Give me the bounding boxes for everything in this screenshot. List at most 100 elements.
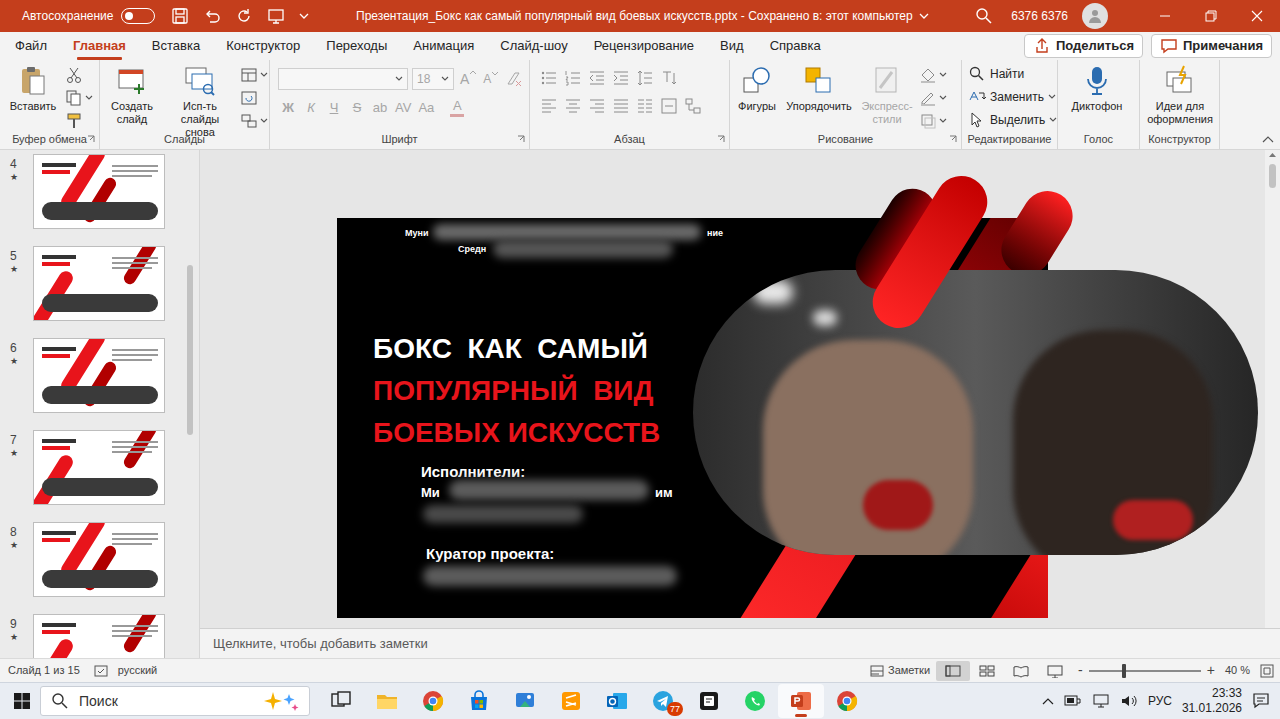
redo-icon[interactable]	[235, 7, 253, 25]
slide-thumbnail-item[interactable]: 9★	[0, 614, 184, 658]
slide-thumbnail-item[interactable]: 5★	[0, 246, 184, 338]
menu-tab[interactable]: Переходы	[326, 32, 387, 60]
copy-button[interactable]	[65, 89, 93, 107]
telegram-taskbar-button[interactable]: 77	[640, 684, 686, 718]
powerpoint-taskbar-button[interactable]	[778, 684, 824, 718]
windows-start-icon[interactable]	[13, 692, 31, 710]
avatar[interactable]	[1082, 3, 1108, 29]
view-sorter-button[interactable]	[970, 661, 1004, 681]
share-button[interactable]: Поделиться	[1024, 34, 1143, 58]
justify-icon[interactable]	[612, 97, 630, 115]
network-icon[interactable]	[1092, 693, 1110, 709]
replace-button[interactable]: Заменить	[968, 87, 1057, 107]
chrome-taskbar-button[interactable]	[824, 684, 870, 718]
slide-thumbnail-item[interactable]: 4★	[0, 154, 184, 246]
reuse-slides-button[interactable]: Исп-ть слайды снова	[163, 60, 237, 139]
title-chevron-icon[interactable]	[919, 13, 929, 19]
columns-icon[interactable]	[636, 97, 654, 115]
paste-button[interactable]: Вставить	[4, 60, 62, 113]
menu-tab[interactable]: Конструктор	[226, 32, 300, 60]
select-button[interactable]: Выделить	[968, 110, 1057, 130]
zoom-thumb[interactable]	[1122, 664, 1126, 678]
slide-thumbnail-item[interactable]: 6★	[0, 338, 184, 430]
line-spacing-icon[interactable]	[636, 69, 654, 87]
arrange-button[interactable]: Упорядочить	[783, 60, 855, 113]
taskview-taskbar-button[interactable]	[318, 684, 364, 718]
present-icon[interactable]	[267, 7, 285, 25]
slide-thumbnail[interactable]	[33, 522, 165, 597]
restore-icon[interactable]	[1188, 0, 1234, 32]
vertical-scrollbar[interactable]	[1265, 150, 1280, 628]
panel-scrollbar[interactable]	[184, 150, 196, 658]
language[interactable]: русский	[118, 662, 157, 679]
minimize-icon[interactable]	[1142, 0, 1188, 32]
comments-button[interactable]: Примечания	[1151, 34, 1272, 58]
slide-thumbnail[interactable]	[33, 154, 165, 229]
slide-title[interactable]: БОКС КАК САМЫЙПОПУЛЯРНЫЙ ВИДБОЕВЫХ ИСКУС…	[373, 328, 660, 454]
slide-thumbnail-item[interactable]: 7★	[0, 430, 184, 522]
undo-icon[interactable]	[203, 7, 221, 25]
clock[interactable]: 23:3331.01.2026	[1182, 686, 1242, 716]
menu-tab[interactable]: Главная	[73, 32, 126, 60]
numbering-icon[interactable]	[564, 69, 582, 87]
menu-tab[interactable]: Вставка	[152, 32, 200, 60]
save-icon[interactable]	[171, 7, 189, 25]
dialog-launcher-icon[interactable]	[949, 135, 957, 143]
align-center-icon[interactable]	[564, 97, 582, 115]
shapes-button[interactable]: Фигуры	[734, 60, 780, 113]
autosave-toggle[interactable]	[121, 8, 155, 24]
slide-thumbnail[interactable]	[33, 338, 165, 413]
slide-thumbnail[interactable]	[33, 614, 165, 658]
notes-taskbar-button[interactable]	[686, 684, 732, 718]
menu-tab[interactable]: Вид	[720, 32, 744, 60]
sublime-taskbar-button[interactable]	[548, 684, 594, 718]
menu-tab[interactable]: Справка	[770, 32, 821, 60]
new-slide-button[interactable]: Создать слайд	[104, 60, 160, 126]
format-painter-button[interactable]	[65, 112, 93, 130]
menu-tab[interactable]: Анимация	[413, 32, 474, 60]
zoom-in-button[interactable]: +	[1207, 660, 1215, 681]
notifications-icon[interactable]	[1252, 692, 1270, 710]
search-icon[interactable]	[975, 7, 993, 25]
view-normal-button[interactable]	[936, 661, 970, 681]
taskbar-search[interactable]: Поиск	[40, 686, 310, 716]
store-taskbar-button[interactable]	[456, 684, 502, 718]
section-button[interactable]	[240, 112, 268, 130]
shape-outline-button[interactable]	[919, 89, 947, 107]
input-language[interactable]: РУС	[1148, 692, 1172, 710]
slide-thumbnail-item[interactable]: 8★	[0, 522, 184, 614]
volume-icon[interactable]	[1120, 693, 1138, 709]
view-reading-button[interactable]	[1004, 661, 1038, 681]
menu-tab[interactable]: Файл	[15, 32, 47, 60]
menu-tab[interactable]: Рецензирование	[594, 32, 694, 60]
outlook-taskbar-button[interactable]	[594, 684, 640, 718]
scrollbar-thumb[interactable]	[187, 265, 193, 435]
slide-thumbnail[interactable]	[33, 246, 165, 321]
bullets-icon[interactable]	[540, 69, 558, 87]
tool-taskbar-button[interactable]	[502, 684, 548, 718]
dictate-button[interactable]: Диктофон	[1062, 60, 1132, 113]
menu-tab[interactable]: Слайд-шоу	[500, 32, 567, 60]
close-icon[interactable]	[1234, 0, 1280, 32]
accessibility-icon[interactable]	[94, 664, 108, 678]
smartart-icon[interactable]	[684, 97, 702, 115]
cut-button[interactable]	[65, 66, 93, 84]
view-slideshow-button[interactable]	[1038, 661, 1072, 681]
outdent-icon[interactable]	[588, 69, 606, 87]
show-hidden-icons-icon[interactable]	[1042, 697, 1054, 705]
align-right-icon[interactable]	[588, 97, 606, 115]
zoom-level[interactable]: 40 %	[1225, 662, 1250, 679]
explorer-taskbar-button[interactable]	[364, 684, 410, 718]
find-button[interactable]: Найти	[968, 64, 1057, 84]
battery-icon[interactable]	[1064, 693, 1082, 709]
reset-button[interactable]	[240, 89, 268, 107]
scroll-up-icon[interactable]	[1268, 152, 1277, 158]
fit-slide-icon[interactable]	[1260, 664, 1274, 678]
align-text-icon[interactable]	[660, 97, 678, 115]
text-direction-icon[interactable]	[660, 69, 678, 87]
chrome-taskbar-button[interactable]	[410, 684, 456, 718]
customize-chevron-icon[interactable]	[299, 13, 309, 19]
align-left-icon[interactable]	[540, 97, 558, 115]
dialog-launcher-icon[interactable]	[717, 135, 725, 143]
notes-pane[interactable]: Щелкните, чтобы добавить заметки	[200, 628, 1280, 658]
